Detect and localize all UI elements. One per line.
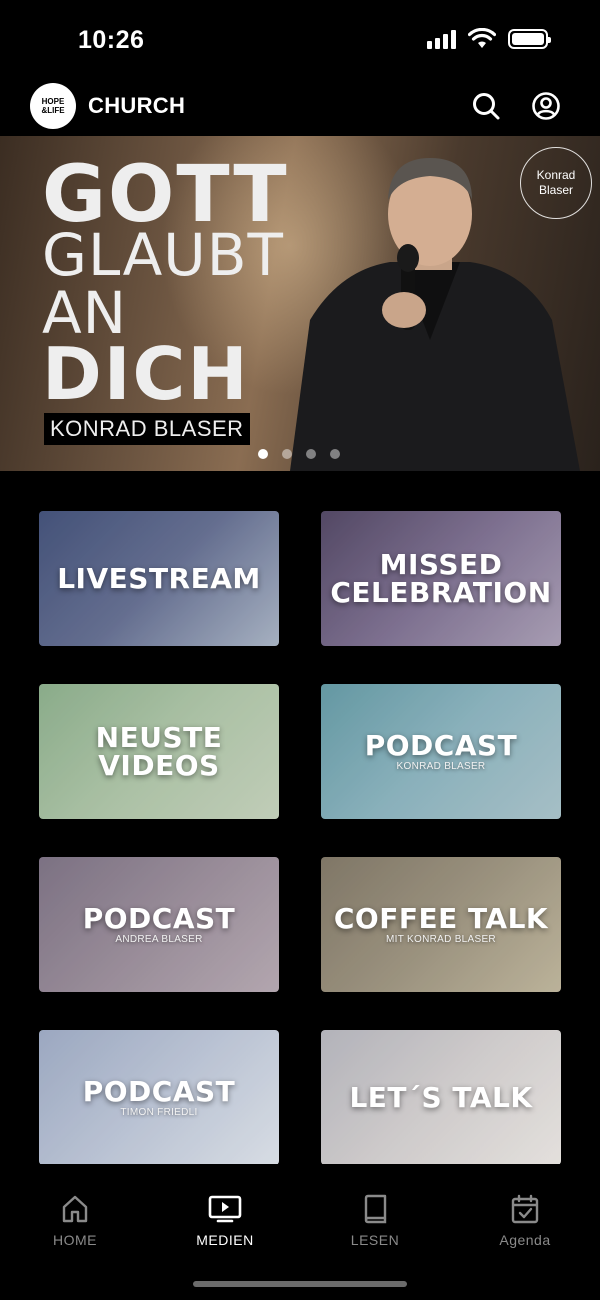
status-bar: 10:26 bbox=[0, 0, 600, 80]
book-icon bbox=[364, 1194, 387, 1224]
nav-label: MEDIEN bbox=[196, 1232, 254, 1248]
badge-line2: Blaser bbox=[538, 183, 573, 197]
signal-icon bbox=[427, 29, 456, 49]
hero-speaker-name: KONRAD BLASER bbox=[44, 413, 250, 445]
tile-subtitle: MIT KONRAD BLASER bbox=[386, 933, 496, 945]
battery-icon bbox=[508, 29, 551, 49]
tile-podcast-timon[interactable]: PODCAST TIMON FRIEDLI bbox=[39, 1030, 279, 1165]
nav-label: HOME bbox=[53, 1232, 97, 1248]
logo-text-bottom: &LIFE bbox=[41, 106, 65, 115]
carousel-dot-1[interactable] bbox=[258, 449, 268, 459]
tile-neuste-videos[interactable]: NEUSTE VIDEOS bbox=[39, 684, 279, 819]
carousel-dots bbox=[258, 449, 340, 459]
tile-title-line2: VIDEOS bbox=[98, 748, 220, 782]
tile-title: MISSED bbox=[379, 547, 503, 581]
church-logo[interactable]: HOPE &LIFE bbox=[30, 83, 76, 129]
tile-subtitle: TIMON FRIEDLI bbox=[120, 1106, 198, 1118]
tile-podcast-andrea[interactable]: PODCAST ANDREA BLASER bbox=[39, 857, 279, 992]
tv-play-icon bbox=[208, 1195, 242, 1223]
tile-missed-celebration[interactable]: MISSED CELEBRATION bbox=[321, 511, 561, 646]
carousel-dot-2[interactable] bbox=[282, 449, 292, 459]
tile-title-line2: CELEBRATION bbox=[330, 575, 552, 609]
nav-agenda[interactable]: Agenda bbox=[450, 1194, 600, 1248]
nav-lesen[interactable]: LESEN bbox=[300, 1194, 450, 1248]
status-icons bbox=[427, 28, 551, 50]
tile-title: LET´S TALK bbox=[349, 1080, 533, 1114]
nav-medien[interactable]: MEDIEN bbox=[150, 1194, 300, 1248]
nav-home[interactable]: HOME bbox=[0, 1194, 150, 1248]
nav-label: Agenda bbox=[499, 1232, 551, 1248]
tile-title: PODCAST bbox=[364, 728, 518, 762]
tile-title: NEUSTE bbox=[95, 720, 223, 754]
hero-title-line2: GLAUBT bbox=[42, 221, 284, 289]
home-icon bbox=[62, 1195, 88, 1223]
carousel-dot-3[interactable] bbox=[306, 449, 316, 459]
tile-subtitle: KONRAD BLASER bbox=[396, 760, 486, 772]
speaker-badge: Konrad Blaser bbox=[520, 147, 592, 219]
tile-title: PODCAST bbox=[82, 901, 236, 935]
hero-title-line4: DICH bbox=[42, 332, 250, 416]
tile-title: COFFEE TALK bbox=[333, 901, 549, 935]
carousel-dot-4[interactable] bbox=[330, 449, 340, 459]
bottom-nav: HOME MEDIEN LESEN Agenda bbox=[0, 1164, 600, 1300]
tile-lets-talk[interactable]: LET´S TALK bbox=[321, 1030, 561, 1165]
badge-line1: Konrad bbox=[536, 168, 576, 182]
app-header: HOPE &LIFE CHURCH bbox=[0, 80, 600, 136]
logo-text-top: HOPE bbox=[41, 97, 65, 106]
profile-button[interactable] bbox=[530, 90, 562, 122]
brand-name: CHURCH bbox=[88, 93, 186, 118]
user-circle-icon bbox=[532, 92, 560, 120]
nav-label: LESEN bbox=[350, 1232, 400, 1248]
search-icon bbox=[473, 93, 500, 120]
tile-livestream[interactable]: LIVESTREAM bbox=[39, 511, 279, 646]
calendar-check-icon bbox=[511, 1194, 539, 1224]
tile-title: PODCAST bbox=[82, 1074, 236, 1108]
search-button[interactable] bbox=[470, 90, 502, 122]
home-indicator bbox=[193, 1281, 407, 1287]
tile-subtitle: ANDREA BLASER bbox=[115, 933, 203, 945]
status-time: 10:26 bbox=[78, 26, 145, 54]
tile-coffee-talk[interactable]: COFFEE TALK MIT KONRAD BLASER bbox=[321, 857, 561, 992]
tile-title: LIVESTREAM bbox=[57, 561, 261, 595]
tile-podcast-konrad[interactable]: PODCAST KONRAD BLASER bbox=[321, 684, 561, 819]
wifi-icon bbox=[468, 28, 496, 48]
